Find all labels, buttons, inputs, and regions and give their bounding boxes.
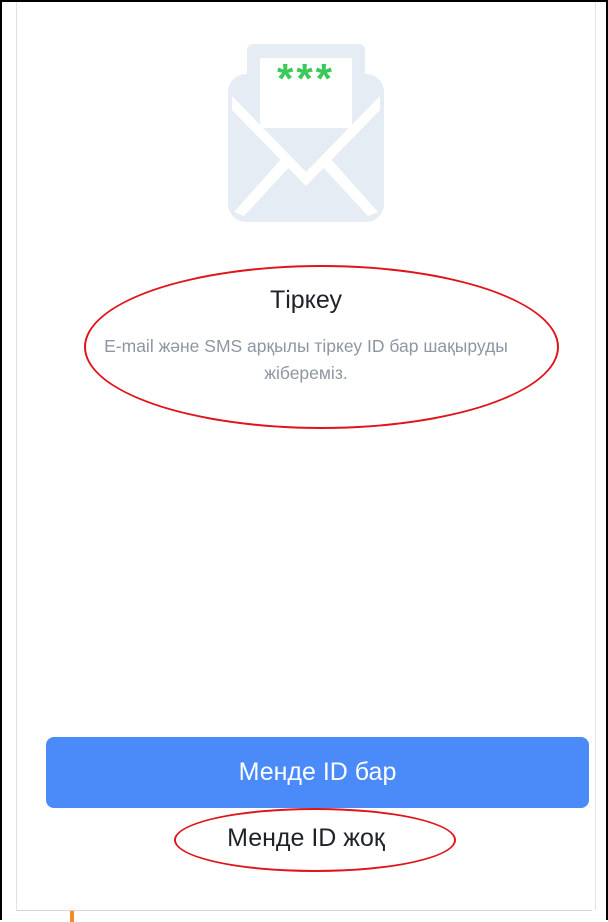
content-bottom-edge xyxy=(16,910,592,911)
content-left-edge xyxy=(16,2,17,910)
page-title: Тіркеу xyxy=(269,286,343,314)
app-screen: *** Тіркеу E-mail және SMS арқылы тіркеу… xyxy=(0,0,608,922)
have-id-button[interactable]: Менде ID бар xyxy=(46,737,589,808)
registration-description: E-mail және SMS арқылы тіркеу ID бар шақ… xyxy=(104,336,508,383)
content-right-edge xyxy=(595,2,596,910)
mail-with-password-icon: *** xyxy=(228,44,384,222)
password-mask: *** xyxy=(277,55,335,102)
no-id-button[interactable]: Менде ID жоқ xyxy=(146,814,466,862)
edge-marker xyxy=(70,911,74,922)
